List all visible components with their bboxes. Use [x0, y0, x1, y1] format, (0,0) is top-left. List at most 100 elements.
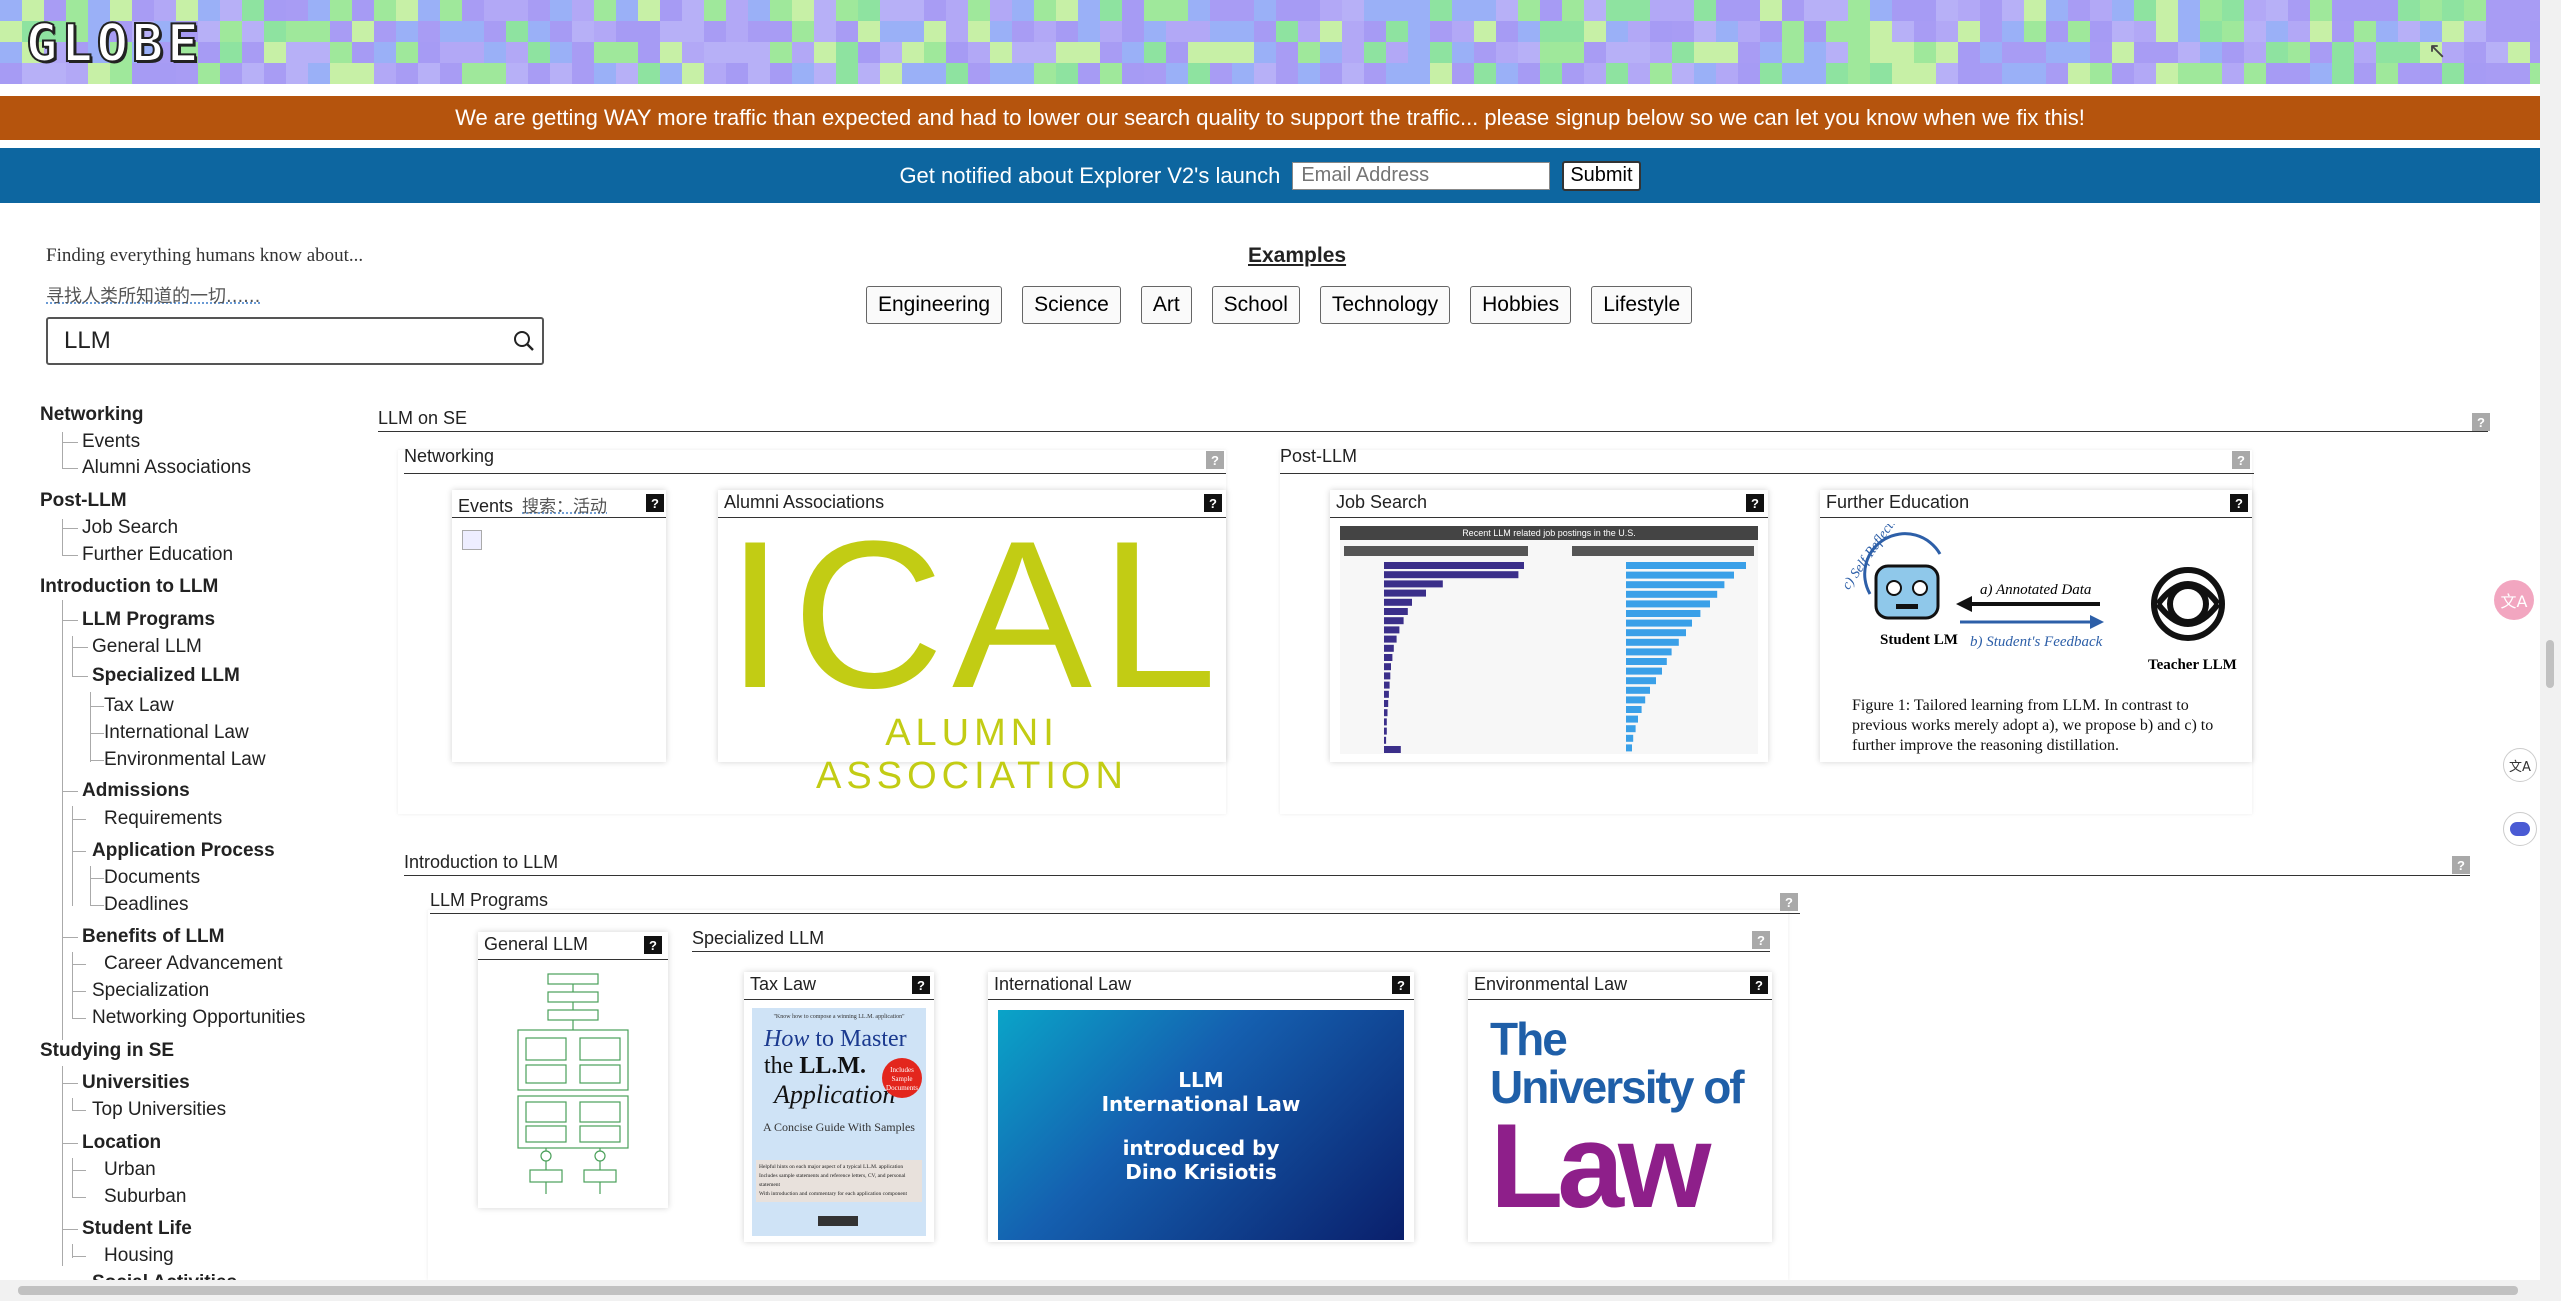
sidebar-item-application-process[interactable]: Application Process [92, 840, 275, 862]
translate-icon[interactable]: 文A [2503, 748, 2537, 782]
sidebar-item-student-life[interactable]: Student Life [82, 1218, 192, 1240]
sidebar-item-admissions[interactable]: Admissions [82, 780, 190, 802]
example-engineering-button[interactable]: Engineering [866, 286, 1003, 324]
job-chart-bar [1626, 581, 1725, 589]
sidebar-item-specialization[interactable]: Specialization [92, 980, 209, 1002]
search-icon[interactable] [506, 323, 542, 359]
sidebar-item-specialized-llm[interactable]: Specialized LLM [92, 665, 240, 687]
notify-label: Get notified about Explorer V2's launch [899, 162, 1281, 188]
mosaic-tile [770, 21, 792, 42]
job-chart-bar [1626, 590, 1718, 598]
sidebar-item-networking-opportunities[interactable]: Networking Opportunities [92, 1007, 305, 1029]
job-chart-bar [1626, 734, 1634, 742]
sidebar-item-general-llm[interactable]: General LLM [92, 636, 202, 658]
international-law-help-icon[interactable]: ? [1392, 976, 1410, 994]
further-education-help-icon[interactable]: ? [2230, 494, 2248, 512]
translate-float-icon[interactable]: 文A [2494, 580, 2534, 620]
topic-tree: Networking Events Alumni Associations Po… [0, 0, 380, 1280]
example-hobbies-button[interactable]: Hobbies [1470, 286, 1572, 324]
environmental-law-help-icon[interactable]: ? [1750, 976, 1768, 994]
sidebar-item-requirements[interactable]: Requirements [104, 808, 222, 830]
sidebar-item-documents[interactable]: Documents [104, 867, 200, 889]
horizontal-scrollbar-thumb[interactable] [18, 1286, 2518, 1295]
mosaic-tile [1958, 42, 1980, 63]
mosaic-tile [2332, 63, 2354, 84]
mosaic-tile [2178, 63, 2200, 84]
general-llm-card[interactable]: General LLM ? [478, 932, 668, 1208]
sidebar-item-social-activities[interactable]: Social Activities [92, 1272, 237, 1280]
sidebar-item-events[interactable]: Events [82, 431, 140, 453]
sidebar-item-alumni-associations[interactable]: Alumni Associations [82, 457, 251, 479]
sidebar-item-career-advancement[interactable]: Career Advancement [104, 953, 283, 975]
sidebar-item-llm-programs[interactable]: LLM Programs [82, 609, 215, 631]
networking-help-icon[interactable]: ? [1206, 451, 1224, 469]
llm-programs-help-icon[interactable]: ? [1780, 893, 1798, 911]
example-school-button[interactable]: School [1211, 286, 1300, 324]
intro-panel-title: Introduction to LLM [404, 852, 2470, 876]
events-help-icon[interactable]: ? [646, 494, 664, 512]
mosaic-tile [2090, 42, 2112, 63]
sidebar-item-job-search[interactable]: Job Search [82, 517, 178, 539]
intro-help-icon[interactable]: ? [2452, 856, 2470, 874]
specialized-llm-help-icon[interactable]: ? [1752, 931, 1770, 949]
tax-law-card[interactable]: Tax Law ? "Know how to compose a winning… [744, 972, 934, 1242]
sidebar-item-post-llm[interactable]: Post-LLM [40, 490, 127, 512]
submit-button[interactable]: Submit [1562, 160, 1641, 191]
job-search-help-icon[interactable]: ? [1746, 494, 1764, 512]
environmental-law-card[interactable]: Environmental Law ? The University of La… [1468, 972, 1772, 1242]
mosaic-tile [704, 21, 726, 42]
mosaic-tile [1364, 63, 1386, 84]
sidebar-item-location[interactable]: Location [82, 1132, 161, 1154]
sidebar-item-tax-law[interactable]: Tax Law [104, 695, 174, 717]
sidebar-item-universities[interactable]: Universities [82, 1072, 190, 1094]
sidebar-item-deadlines[interactable]: Deadlines [104, 894, 189, 916]
sidebar-item-urban[interactable]: Urban [104, 1159, 156, 1181]
root-help-icon[interactable]: ? [2472, 413, 2490, 431]
mosaic-tile [2442, 63, 2464, 84]
mosaic-tile [990, 21, 1012, 42]
email-input[interactable] [1292, 161, 1551, 190]
uol-logo-line3: Law [1490, 1099, 1711, 1233]
job-search-card[interactable]: Job Search ? Recent LLM related job post… [1330, 490, 1768, 762]
international-law-card[interactable]: International Law ? LLM International La… [988, 972, 1414, 1242]
sidebar-item-benefits-of-llm[interactable]: Benefits of LLM [82, 926, 225, 948]
example-art-button[interactable]: Art [1140, 286, 1192, 324]
mosaic-tile [1804, 63, 1826, 84]
further-education-card[interactable]: Further Education ? c) Self-Reflection S… [1820, 490, 2252, 762]
mosaic-tile [1034, 21, 1056, 42]
vertical-scrollbar-thumb[interactable] [2546, 640, 2554, 688]
example-science-button[interactable]: Science [1022, 286, 1121, 324]
mosaic-tile [924, 21, 946, 42]
tax-law-help-icon[interactable]: ? [912, 976, 930, 994]
assistant-bot-icon[interactable] [2503, 812, 2537, 846]
mosaic-tile [484, 0, 506, 21]
mosaic-tile [1694, 42, 1716, 63]
example-technology-button[interactable]: Technology [1319, 286, 1451, 324]
general-llm-help-icon[interactable]: ? [644, 936, 662, 954]
job-chart-bar [1626, 696, 1646, 704]
sidebar-item-networking[interactable]: Networking [40, 404, 143, 426]
mosaic-tile [1848, 21, 1870, 42]
mosaic-tile [1012, 0, 1034, 21]
sidebar-item-further-education[interactable]: Further Education [82, 544, 233, 566]
mosaic-tile [924, 63, 946, 84]
job-chart-bar [1384, 700, 1389, 707]
sidebar-item-international-law[interactable]: International Law [104, 722, 249, 744]
mosaic-tile [748, 21, 770, 42]
mosaic-tile [1342, 21, 1364, 42]
events-card[interactable]: Events 搜索：活动 ? [452, 490, 666, 762]
example-lifestyle-button[interactable]: Lifestyle [1591, 286, 1693, 324]
sidebar-item-housing[interactable]: Housing [104, 1245, 174, 1267]
sidebar-item-studying-in-se[interactable]: Studying in SE [40, 1040, 174, 1062]
job-chart-bar [1384, 690, 1389, 698]
sidebar-item-suburban[interactable]: Suburban [104, 1186, 186, 1208]
sidebar-item-environmental-law[interactable]: Environmental Law [104, 749, 266, 771]
sidebar-item-top-universities[interactable]: Top Universities [92, 1099, 226, 1121]
mosaic-tile [2310, 0, 2332, 21]
post-llm-help-icon[interactable]: ? [2232, 451, 2250, 469]
mosaic-tile [2068, 42, 2090, 63]
mosaic-tile [1386, 42, 1408, 63]
sidebar-item-introduction-to-llm[interactable]: Introduction to LLM [40, 576, 218, 598]
mosaic-tile [2508, 21, 2530, 42]
alumni-associations-card[interactable]: Alumni Associations ? ICAL ALUMNI ASSOCI… [718, 490, 1226, 797]
